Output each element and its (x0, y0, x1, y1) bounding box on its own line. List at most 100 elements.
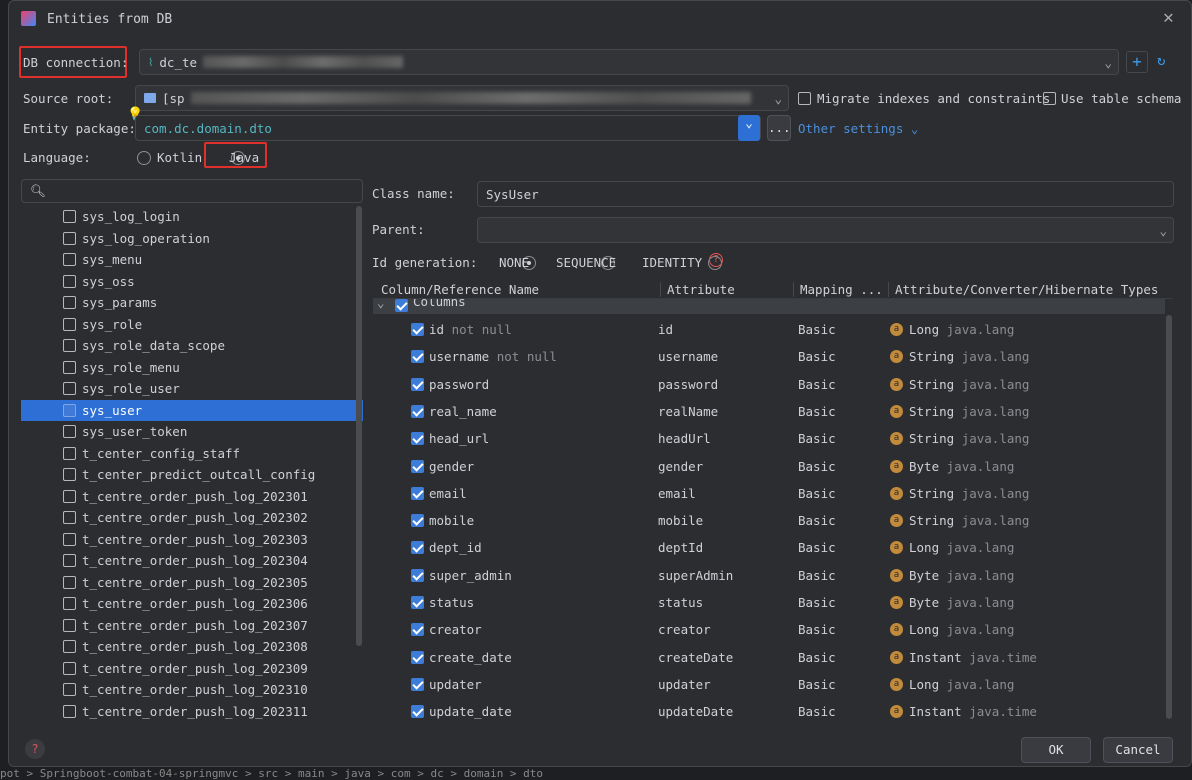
ok-button[interactable]: OK (1021, 737, 1091, 763)
chevron-down-icon[interactable]: ⌄ (377, 299, 385, 310)
table-list-item[interactable]: t_centre_order_push_log_202305 (21, 572, 363, 593)
kotlin-radio[interactable] (137, 150, 151, 165)
table-checkbox[interactable] (63, 532, 76, 546)
column-checkbox[interactable] (411, 377, 424, 391)
use-schema-checkbox[interactable] (1043, 92, 1056, 105)
table-list-item[interactable]: t_center_predict_outcall_config (21, 464, 363, 485)
help-button[interactable]: ? (25, 739, 45, 759)
table-checkbox[interactable] (63, 446, 76, 460)
table-list-item[interactable]: t_centre_order_push_log_202304 (21, 550, 363, 571)
column-row[interactable]: gender gender Basic a Byte java.lang (373, 453, 1165, 480)
column-row[interactable]: super_admin superAdmin Basic a Byte java.la… (373, 562, 1165, 589)
table-list-item[interactable]: t_centre_order_push_log_202302 (21, 507, 363, 528)
column-checkbox[interactable] (411, 323, 424, 336)
column-row[interactable]: dept_id deptId Basic a Long java.lang (373, 534, 1165, 561)
table-list-item[interactable]: t_center_config_staff (21, 443, 363, 464)
table-list-item[interactable]: t_centre_order_push_log_202308 (21, 636, 363, 657)
close-icon[interactable]: ✕ (1163, 7, 1174, 28)
column-checkbox[interactable] (411, 486, 424, 500)
header-column-name[interactable]: Column/Reference Name (381, 282, 539, 297)
table-checkbox[interactable] (63, 382, 76, 395)
table-checkbox[interactable] (63, 425, 76, 438)
table-list-item[interactable]: sys_menu (21, 249, 363, 270)
column-checkbox[interactable] (411, 541, 424, 555)
chevron-down-icon[interactable]: ⌄ (738, 115, 760, 141)
class-name-input[interactable]: SysUser (477, 181, 1174, 207)
column-checkbox[interactable] (411, 432, 424, 446)
table-list-item[interactable]: t_centre_order_push_log_202311 (21, 701, 363, 722)
table-checkbox[interactable] (63, 661, 76, 675)
refresh-icon[interactable]: ↻ (1157, 53, 1165, 69)
column-checkbox[interactable] (411, 705, 424, 719)
column-row[interactable]: email email Basic a String java.lang (373, 480, 1165, 507)
table-checkbox[interactable] (63, 296, 76, 309)
parent-select[interactable]: ⌄ (477, 217, 1174, 243)
table-search-input[interactable]: 🔍︎ (21, 179, 363, 203)
table-list-item[interactable]: sys_role_user (21, 378, 363, 399)
column-row[interactable]: mobile mobile Basic a String java.lang (373, 507, 1165, 534)
column-checkbox[interactable] (411, 650, 424, 664)
column-checkbox[interactable] (411, 596, 424, 609)
table-checkbox[interactable] (63, 704, 76, 718)
column-checkbox[interactable] (411, 677, 424, 691)
table-checkbox[interactable] (63, 253, 76, 266)
column-row[interactable]: password password Basic a String java.lang (373, 371, 1165, 398)
header-attribute[interactable]: Attribute (660, 282, 735, 297)
column-checkbox[interactable] (411, 514, 424, 528)
table-checkbox[interactable] (63, 210, 76, 223)
column-row[interactable]: updater updater Basic a Long java.lang (373, 671, 1165, 698)
column-row[interactable]: status status Basic a Byte java.lang (373, 589, 1165, 616)
table-checkbox[interactable] (63, 360, 76, 374)
table-list-item[interactable]: t_centre_order_push_log_202301 (21, 486, 363, 507)
column-checkbox[interactable] (411, 623, 424, 637)
table-checkbox[interactable] (63, 317, 76, 331)
column-row[interactable]: username not null username Basic a String ja… (373, 343, 1165, 370)
column-row[interactable]: head_url headUrl Basic a String java.lang (373, 425, 1165, 452)
column-checkbox[interactable] (411, 404, 424, 418)
column-row[interactable]: update_date updateDate Basic a Instant java… (373, 698, 1165, 725)
column-row[interactable]: real_name realName Basic a String java.lang (373, 398, 1165, 425)
table-scrollbar[interactable] (1166, 315, 1172, 719)
browse-package-button[interactable]: ... (767, 115, 791, 141)
add-connection-icon[interactable]: + (1126, 51, 1148, 73)
table-checkbox[interactable] (63, 618, 76, 632)
list-scrollbar[interactable] (356, 206, 362, 646)
table-list-item[interactable]: t_centre_order_push_log_202309 (21, 658, 363, 679)
column-checkbox[interactable] (411, 350, 424, 364)
table-list-item[interactable]: t_centre_order_push_log_202310 (21, 679, 363, 700)
table-checkbox[interactable] (63, 597, 76, 610)
table-list-item[interactable]: t_centre_order_push_log_202307 (21, 615, 363, 636)
table-checkbox[interactable] (63, 489, 76, 503)
table-list-item[interactable]: sys_role_menu (21, 357, 363, 378)
table-list-item[interactable]: sys_role (21, 314, 363, 335)
table-checkbox[interactable] (63, 274, 76, 288)
column-row[interactable]: create_date createDate Basic a Instant java… (373, 644, 1165, 671)
other-settings-link[interactable]: Other settings ⌄ (798, 121, 918, 136)
help-icon[interactable]: ? (709, 253, 723, 267)
column-row[interactable]: creator creator Basic a Long java.lang (373, 616, 1165, 643)
table-list-item[interactable]: sys_oss (21, 271, 363, 292)
source-root-select[interactable]: [sp ⌄ (135, 85, 789, 111)
table-checkbox[interactable] (63, 468, 76, 481)
header-mapping[interactable]: Mapping ... (793, 282, 883, 297)
table-list-item[interactable]: t_centre_order_push_log_202303 (21, 529, 363, 550)
table-checkbox[interactable] (63, 339, 76, 352)
table-checkbox[interactable] (63, 640, 76, 653)
db-connection-select[interactable]: ⌇ dc_te ⌄ (139, 49, 1119, 75)
table-list-item[interactable]: sys_log_login (21, 206, 363, 227)
table-list-item[interactable]: sys_user_token (21, 421, 363, 442)
table-checkbox[interactable] (63, 403, 76, 417)
cancel-button[interactable]: Cancel (1103, 737, 1173, 763)
column-checkbox[interactable] (411, 459, 424, 473)
table-list-item[interactable]: sys_user (21, 399, 363, 421)
header-types[interactable]: Attribute/Converter/Hibernate Types (888, 282, 1158, 297)
table-list-item[interactable]: sys_log_operation (21, 228, 363, 249)
group-row-columns[interactable]: ⌄ Columns (373, 299, 1165, 314)
entity-package-input[interactable]: com.dc.domain.dto ⌄ (135, 115, 761, 141)
table-list-item[interactable]: t_centre_order_push_log_202306 (21, 593, 363, 614)
table-checkbox[interactable] (63, 231, 76, 245)
table-checkbox[interactable] (63, 511, 76, 524)
column-row[interactable]: id not null id Basic a Long java.lang (373, 316, 1165, 343)
table-list-item[interactable]: sys_params (21, 292, 363, 313)
table-checkbox[interactable] (63, 575, 76, 589)
